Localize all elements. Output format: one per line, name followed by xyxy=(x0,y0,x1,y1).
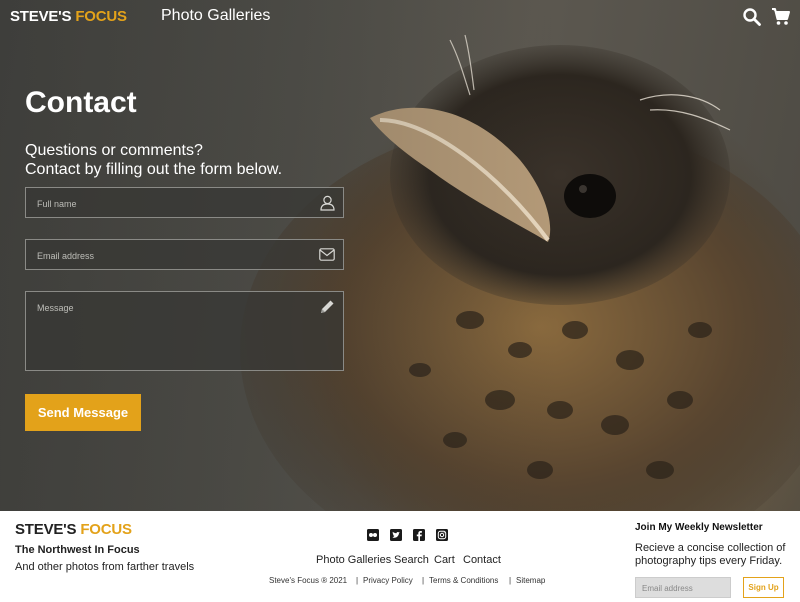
contact-intro: Questions or comments? Contact by fillin… xyxy=(25,141,355,179)
top-navigation: STEVE'S FOCUS Photo Galleries xyxy=(0,0,800,34)
newsletter-signup-button[interactable]: Sign Up xyxy=(743,577,784,598)
copyright-text: Steve's Focus ® 2021 xyxy=(269,576,348,585)
search-icon[interactable] xyxy=(742,7,762,27)
message-field[interactable]: Message xyxy=(25,291,344,371)
logo-text-accent: FOCUS xyxy=(75,8,127,25)
facebook-icon[interactable] xyxy=(413,529,425,541)
cart-icon[interactable] xyxy=(771,7,791,27)
full-name-placeholder: Full name xyxy=(37,199,77,209)
user-icon xyxy=(320,195,335,211)
envelope-icon xyxy=(319,248,335,261)
footer-logo[interactable]: STEVE'S FOCUS xyxy=(15,521,132,538)
logo-text-primary: STEVE'S xyxy=(10,8,72,25)
flickr-icon[interactable] xyxy=(367,529,379,541)
email-field[interactable]: Email address xyxy=(25,239,344,270)
footer: STEVE'S FOCUS The Northwest In Focus And… xyxy=(0,511,800,602)
newsletter-email-input[interactable]: Email address xyxy=(635,577,731,598)
site-logo[interactable]: STEVE'S FOCUS xyxy=(10,8,127,25)
intro-line-2: Contact by filling out the form below. xyxy=(25,161,283,178)
terms-conditions-link[interactable]: Terms & Conditions xyxy=(429,576,498,585)
send-message-button[interactable]: Send Message xyxy=(25,394,141,431)
legal-divider: | xyxy=(509,576,512,585)
privacy-policy-link[interactable]: Privacy Policy xyxy=(363,576,413,585)
footer-nav-photo-galleries[interactable]: Photo Galleries xyxy=(316,554,391,566)
footer-logo-text-primary: STEVE'S xyxy=(15,521,77,538)
sitemap-link[interactable]: Sitemap xyxy=(516,576,545,585)
email-placeholder: Email address xyxy=(37,251,95,261)
nav-photo-galleries[interactable]: Photo Galleries xyxy=(161,7,270,25)
footer-logo-text-accent: FOCUS xyxy=(80,521,132,538)
legal-divider: | xyxy=(422,576,425,585)
footer-nav-contact[interactable]: Contact xyxy=(463,554,501,566)
instagram-icon[interactable] xyxy=(436,529,448,541)
legal-divider: | xyxy=(356,576,359,585)
message-placeholder: Message xyxy=(37,303,74,313)
footer-tagline: The Northwest In Focus xyxy=(15,544,140,556)
twitter-icon[interactable] xyxy=(390,529,402,541)
full-name-field[interactable]: Full name xyxy=(25,187,344,218)
footer-subtagline: And other photos from farther travels xyxy=(15,561,195,573)
intro-line-1: Questions or comments? xyxy=(25,142,203,159)
pencil-icon xyxy=(321,300,334,313)
footer-nav-search[interactable]: Search xyxy=(394,554,429,566)
footer-nav-cart[interactable]: Cart xyxy=(434,554,455,566)
newsletter-title: Join My Weekly Newsletter xyxy=(635,522,763,533)
page-title: Contact xyxy=(25,86,137,119)
newsletter-description: Recieve a concise collection of photogra… xyxy=(635,542,786,567)
